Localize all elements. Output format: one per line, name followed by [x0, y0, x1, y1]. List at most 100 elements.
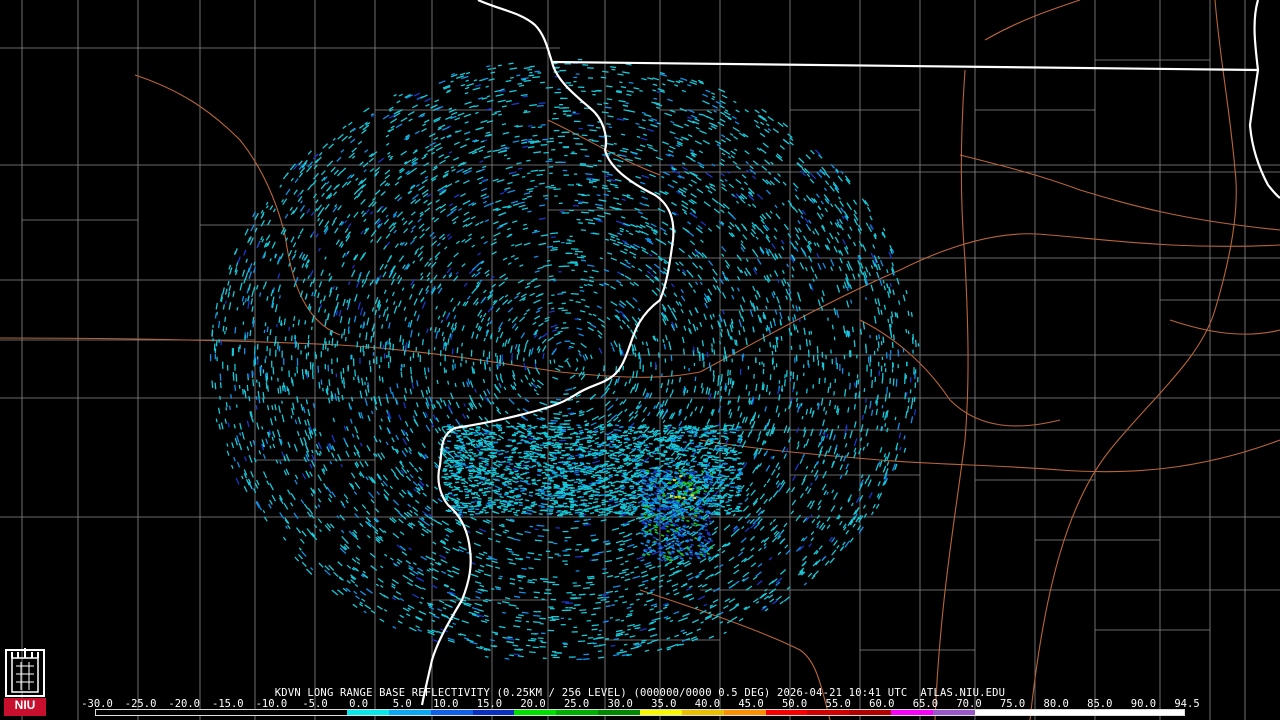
echo-speckle — [864, 398, 867, 403]
echo-speckle — [774, 345, 777, 353]
echo-speckle — [678, 377, 682, 383]
echo-speckle — [662, 339, 665, 343]
echo-speckle — [330, 330, 333, 336]
echo-speckle — [913, 396, 916, 402]
echo-speckle — [535, 140, 540, 142]
echo-speckle — [436, 379, 439, 385]
echo-speckle — [381, 377, 384, 383]
echo-speckle — [531, 126, 536, 129]
echo-speckle — [538, 182, 545, 185]
echo-speckle — [527, 125, 533, 127]
echo-speckle — [823, 406, 826, 412]
echo-speckle — [876, 400, 879, 406]
echo-speckle — [864, 409, 866, 414]
echo-speckle — [501, 123, 507, 126]
echo-speckle — [543, 151, 549, 154]
echo-speckle — [790, 332, 793, 336]
echo-speckle — [269, 329, 272, 335]
echo-speckle — [570, 292, 579, 295]
echo-speckle — [546, 508, 554, 511]
echo-speckle — [550, 236, 556, 239]
echo-speckle — [354, 369, 357, 377]
echo-speckle — [611, 68, 616, 71]
echo-speckle — [772, 317, 776, 322]
echo-speckle — [582, 201, 589, 204]
echo-speckle — [795, 397, 798, 402]
echo-speckle — [442, 342, 446, 350]
echo-speckle — [258, 381, 261, 388]
echo-speckle — [876, 396, 879, 401]
echo-speckle — [281, 385, 284, 392]
echo-speckle — [593, 644, 602, 648]
echo-speckle — [509, 76, 514, 79]
echo-speckle — [880, 309, 883, 315]
echo-speckle — [652, 89, 657, 92]
echo-speckle — [501, 523, 505, 526]
echo-speckle — [609, 616, 613, 619]
echo-speckle — [456, 347, 459, 354]
echo-speckle — [564, 446, 573, 449]
echo-speckle — [627, 628, 631, 631]
echo-speckle — [581, 211, 589, 214]
echo-speckle — [730, 336, 733, 341]
echo-speckle — [252, 379, 255, 387]
echo-speckle — [533, 591, 540, 594]
echo-speckle — [360, 324, 362, 329]
echo-speckle — [588, 181, 594, 184]
echo-speckle — [545, 86, 554, 89]
echo-speckle — [639, 89, 643, 92]
echo-speckle — [529, 104, 537, 107]
echo-speckle — [509, 654, 514, 657]
echo-speckle — [551, 294, 555, 297]
echo-speckle — [356, 341, 359, 348]
echo-speckle — [795, 391, 798, 396]
echo-speckle — [914, 339, 917, 348]
echo-speckle — [517, 655, 524, 658]
echo-speckle — [656, 338, 659, 342]
echo-speckle — [486, 95, 491, 98]
echo-speckle — [488, 367, 491, 372]
echo-speckle — [304, 320, 307, 325]
echo-speckle — [592, 185, 598, 188]
echo-speckle — [854, 392, 857, 400]
echo-speckle — [580, 550, 589, 553]
echo-speckle — [538, 169, 546, 172]
echo-speckle — [536, 524, 545, 527]
echo-speckle — [885, 411, 888, 416]
echo-speckle — [538, 102, 546, 105]
echo-speckle — [534, 539, 543, 542]
echo-speckle — [553, 240, 561, 243]
echo-speckle — [717, 382, 720, 387]
echo-speckle — [696, 347, 699, 354]
echo-speckle — [729, 378, 732, 385]
echo-speckle — [367, 382, 370, 388]
echo-speckle — [521, 78, 527, 81]
echo-speckle — [473, 79, 478, 82]
echo-speckle — [805, 388, 808, 394]
echo-speckle — [583, 519, 588, 521]
echo-speckle — [287, 388, 290, 395]
echo-speckle — [527, 210, 532, 213]
echo-speckle — [720, 386, 723, 392]
echo-speckle — [600, 76, 607, 79]
echo-speckle — [349, 406, 353, 410]
echo-speckle — [587, 518, 592, 521]
echo-speckle — [810, 330, 813, 335]
echo-speckle — [845, 331, 848, 338]
echo-speckle — [595, 601, 602, 604]
echo-speckle — [882, 336, 885, 343]
echo-speckle — [561, 327, 569, 330]
echo-speckle — [485, 85, 489, 88]
echo-speckle — [216, 311, 218, 316]
echo-speckle — [533, 229, 538, 232]
echo-speckle — [620, 133, 626, 136]
echo-speckle — [589, 583, 595, 586]
echo-speckle — [579, 286, 584, 289]
echo-speckle — [890, 329, 893, 338]
echo-speckle — [605, 106, 612, 109]
echo-speckle — [864, 404, 868, 410]
echo-speckle — [614, 590, 619, 593]
echo-speckle — [548, 275, 554, 278]
echo-speckle — [492, 67, 497, 70]
echo-speckle — [282, 382, 285, 388]
